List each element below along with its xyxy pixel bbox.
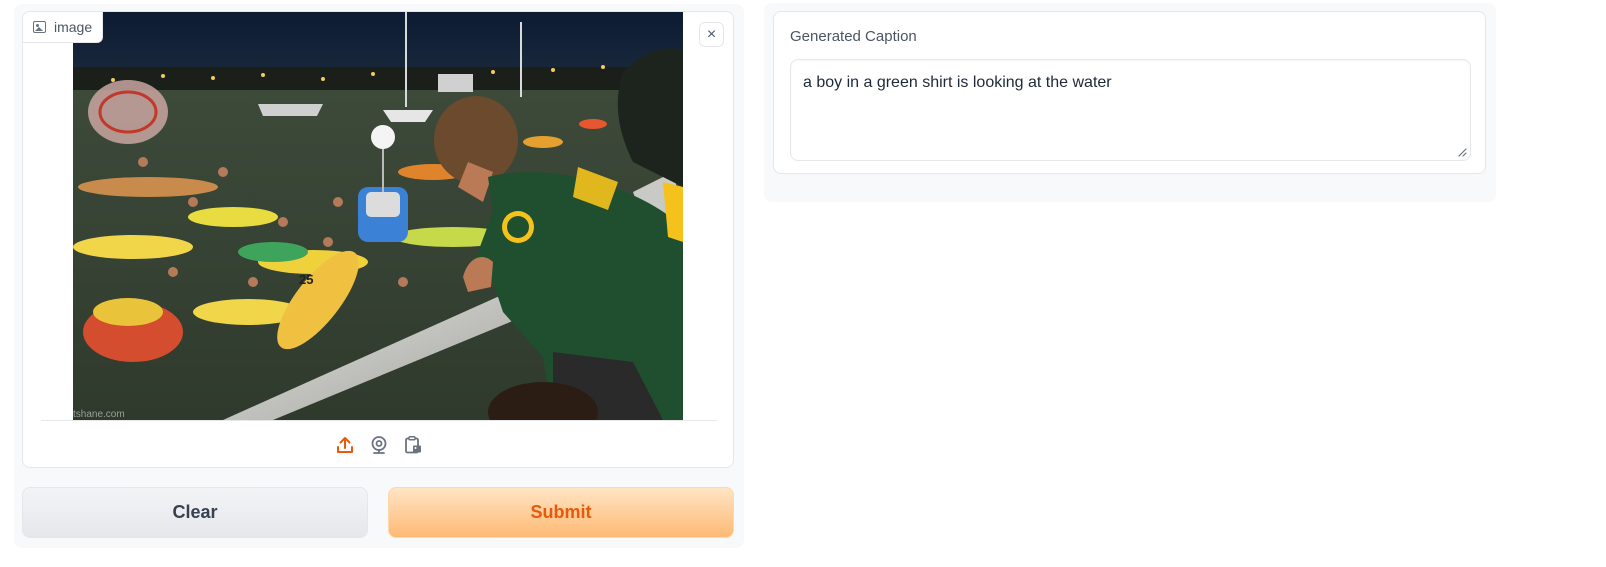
image-source-toolbar — [23, 430, 733, 460]
caption-output-panel: Generated Caption a boy in a green shirt… — [773, 11, 1486, 174]
uploaded-photo: 25 tshane.com — [73, 12, 683, 420]
image-input-label: image — [23, 12, 104, 43]
app-root: image × 25 tshane.com Clear Submit Gener… — [0, 0, 1606, 567]
caption-textbox[interactable]: a boy in a green shirt is looking at the… — [790, 59, 1471, 161]
upload-icon — [337, 437, 353, 453]
clipboard-source-button[interactable] — [403, 435, 423, 455]
close-icon: × — [706, 25, 717, 43]
caption-label: Generated Caption — [790, 28, 917, 45]
submit-button[interactable]: Submit — [388, 487, 734, 538]
webcam-source-button[interactable] — [369, 435, 389, 455]
clear-image-button[interactable]: × — [699, 22, 724, 47]
caption-text: a boy in a green shirt is looking at the… — [803, 74, 1112, 91]
webcam-icon — [371, 436, 387, 454]
image-panel-divider — [41, 420, 717, 421]
photo-watermark: tshane.com — [73, 409, 125, 420]
image-label-text: image — [54, 19, 93, 35]
image-icon — [33, 21, 46, 33]
clipboard-icon — [405, 436, 421, 454]
resize-handle-icon[interactable] — [1457, 147, 1467, 157]
image-input-panel[interactable]: image × 25 tshane.com — [22, 11, 734, 468]
upload-source-button[interactable] — [335, 435, 355, 455]
kayaker-jersey-number: 25 — [299, 272, 313, 287]
clear-button[interactable]: Clear — [22, 487, 368, 538]
